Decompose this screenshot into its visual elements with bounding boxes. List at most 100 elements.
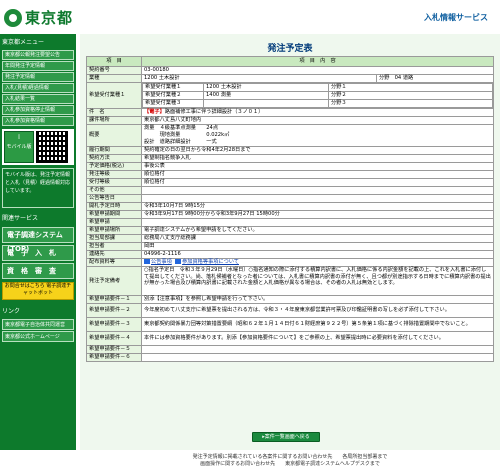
field-label: 分野	[379, 75, 390, 81]
row-value	[141, 186, 494, 195]
sidebar-link-e-procurement[interactable]: 電子調達システム(TOP)	[2, 227, 74, 253]
row-label: 希望申請要件－６	[86, 353, 142, 362]
chatbot-banner[interactable]: お問合せはこちら 電子調達チャットボット	[2, 282, 74, 300]
table-row: 希望受付業種１ 希望受付業種１ 1200 土木設計 分野１ 希望受付業種２ 1400 …	[86, 82, 494, 109]
row-label: 希望受付業種１	[86, 82, 142, 109]
row-label: その他	[86, 186, 142, 195]
row-label: 配布資料等	[86, 258, 142, 267]
table-row: 希望申請期間 令和3年9月17日 9時00分から令和3年9月27日 15時00分	[86, 210, 494, 219]
trade-label: 希望受付業種３	[142, 99, 204, 108]
table-row: 配布資料等 公告事項 参加資格等事項について	[86, 258, 494, 267]
supplement-text: ○指名予定日 令和３年９月29日（水曜日）○指名通知の際に添付する積算内訳書に、…	[141, 266, 494, 296]
footer-line: 発注予定情報に掲載されている各案件に関するお問い合わせ先 各局所担当部署まで	[192, 454, 388, 460]
sidebar-link-egov[interactable]: 東京都電子自治体共同運営	[2, 319, 74, 330]
row-value	[141, 218, 494, 227]
tokyo-logo[interactable]: 東京都	[4, 7, 73, 28]
project-title: 路面補修工事に伴う詳細設計（３ノ０１）	[164, 109, 264, 115]
row-label: 公告等告日	[86, 194, 142, 203]
row-label: 希望申請要件－５	[86, 345, 142, 354]
row-value	[141, 345, 494, 354]
row-value: 令和3年9月17日 9時00分から令和3年9月27日 15時00分	[141, 210, 494, 219]
table-row: 予定価格(税込) 事後公表	[86, 162, 494, 171]
table-row: 希望申請要件－１ 別添【注意事項】を参照し希望申請を行って下さい。	[86, 295, 494, 304]
desired-trades-cell: 希望受付業種１ 1200 土木設計 分野１ 希望受付業種２ 1400 測量 分野２ 希望…	[141, 82, 494, 109]
row-value: 1200 土木設計	[141, 74, 377, 83]
row-label: 発注予定備考	[86, 266, 142, 296]
row-value	[141, 353, 494, 362]
row-label: 発注等級	[86, 170, 142, 179]
row-label: 希望申請要件－１	[86, 295, 142, 304]
row-value: 契約確定の日の翌日から令和4年2月28日まで	[141, 146, 494, 155]
pdf-icon	[144, 259, 150, 264]
sidebar-item-order-plan[interactable]: 発注予定情報	[2, 72, 74, 82]
sidebar-link-official[interactable]: 東京都公式ホームページ	[2, 331, 74, 342]
sidebar-item-results[interactable]: 入札結果一覧	[2, 94, 74, 104]
docs-cell: 公告事項 参加資格等事項について	[141, 258, 494, 267]
table-row: 開札予定日時 令和3年10月7日 9時15分	[86, 202, 494, 211]
trade-value	[203, 99, 329, 108]
row-label: 開札予定日時	[86, 202, 142, 211]
row-value	[141, 194, 494, 203]
order-detail-table: 項 目 項 目 内 容 契約番号 03-00180 業種 1200 土木設計 分…	[86, 56, 494, 362]
sidebar-item-progress[interactable]: 入札(見積)経過情報	[2, 83, 74, 93]
row-value: 【電子】路面補修工事に伴う詳細設計（３ノ０１）	[141, 108, 494, 117]
electronic-tag: 【電子】	[144, 109, 165, 115]
sidebar-item-annual[interactable]: 年間発注予定情報	[2, 61, 74, 71]
sidebar-item-koho[interactable]: 東京都公報発注要望公告	[2, 50, 74, 60]
table-row: 希望申請要件－３ 東京都契約関係暴力団等対策措置要綱（昭和６２年１月１４日付６１財…	[86, 317, 494, 332]
row-label: 希望申請要件－２	[86, 303, 142, 318]
row-value: 東京都八丈島八丈町地内	[141, 116, 494, 125]
service-name: 入札情報サービス	[424, 13, 488, 22]
field-label: 分野２	[328, 91, 493, 100]
doc-link-notice[interactable]: 公告事項	[151, 259, 172, 265]
field-label: 分野１	[328, 83, 493, 92]
row-label: 希望申請	[86, 218, 142, 227]
table-row: 担当者 岡田	[86, 242, 494, 251]
row-label: 件 名	[86, 108, 142, 117]
row-value: 事後公表	[141, 162, 494, 171]
sidebar-title: 東京都メニュー	[2, 39, 45, 46]
table-row: 履行期間 契約確定の日の翌日から令和4年2月28日まで	[86, 146, 494, 155]
table-row: 希望申請要件－２ 今年度初めて八丈支庁に希望票を提出される方は、令和３・４年度東京…	[86, 303, 494, 318]
trade-value: 1400 測量	[203, 91, 329, 100]
row-label: 概要	[86, 124, 142, 147]
table-row: 概要 測量 ４級基準点測量 24点 現地測量 0.022k㎡ 設計 道路詳細設計…	[86, 124, 494, 147]
row-label: 契約方法	[86, 154, 142, 163]
table-row: 件 名 【電子】路面補修工事に伴う詳細設計（３ノ０１）	[86, 108, 494, 117]
mobile-link[interactable]: ▯ モバイル版	[4, 131, 34, 163]
table-row: 発注予定備考 ○指名予定日 令和３年９月29日（水曜日）○指名通知の際に添付する…	[86, 266, 494, 296]
table-row: 受付等級 順位格付	[86, 178, 494, 187]
table-row: 希望申請場所 電子調達システムから希望申請をしてください。	[86, 226, 494, 235]
footer: 発注予定情報に掲載されている各案件に関するお問い合わせ先 各局所担当部署まで 画…	[80, 454, 500, 468]
row-value: 総務局八丈支庁総務課	[141, 234, 494, 243]
sidebar-item-suspension[interactable]: 入札参加資格停止情報	[2, 105, 74, 115]
row-value: 電子調達システムから希望申請をしてください。	[141, 226, 494, 235]
row-value: 04996-2-1116	[141, 250, 494, 259]
back-to-list-button[interactable]: ▸案件一覧画面へ戻る	[252, 432, 320, 442]
sidebar-link-e-bidding[interactable]: 電 子 入 札	[2, 245, 74, 261]
sidebar-link-qualification[interactable]: 資 格 審 査	[2, 263, 74, 279]
row-label: 予定価格(税込)	[86, 162, 142, 171]
row-label: 希望申請場所	[86, 226, 142, 235]
overview-line: 設計 道路詳細設計 一式	[144, 139, 217, 145]
mobile-label: モバイル版	[6, 144, 32, 150]
field-value: 04 道路	[394, 75, 414, 81]
desired-trades-table: 希望受付業種１ 1200 土木設計 分野１ 希望受付業種２ 1400 測量 分野２ 希望…	[142, 83, 493, 108]
table-row: 担当局部課 総務局八丈支庁総務課	[86, 234, 494, 243]
table-row: 希望申請要件－６	[86, 353, 494, 362]
row-label: 希望申請期間	[86, 210, 142, 219]
sidebar-item-qualification[interactable]: 入札参加資格情報	[2, 116, 74, 126]
links-title: リンク	[2, 308, 21, 315]
row-label: 担当局部課	[86, 234, 142, 243]
row-value: 別添【注意事項】を参照し希望申請を行って下さい。	[141, 295, 494, 304]
table-row: 希望申請要件－５	[86, 345, 494, 354]
row-label: 業種	[86, 74, 142, 83]
back-button-label: 案件一覧画面へ戻る	[264, 434, 310, 440]
row-value: 順位格付	[141, 170, 494, 179]
footer-line: 画面操作に関するお問い合わせ先 東京都電子調達システムヘルプデスクまで	[200, 461, 380, 467]
row-value: 03-00180	[141, 66, 494, 75]
main-content: 発注予定表 項 目 項 目 内 容 契約番号 03-00180 業種 1200 …	[80, 34, 500, 467]
doc-link-qualification[interactable]: 参加資格等事項について	[182, 259, 239, 265]
row-value: 順位格付	[141, 178, 494, 187]
row-value: 今年度初めて八丈支庁に希望票を提出される方は、令和３・４年度東京都営業許可票及び…	[141, 303, 494, 318]
